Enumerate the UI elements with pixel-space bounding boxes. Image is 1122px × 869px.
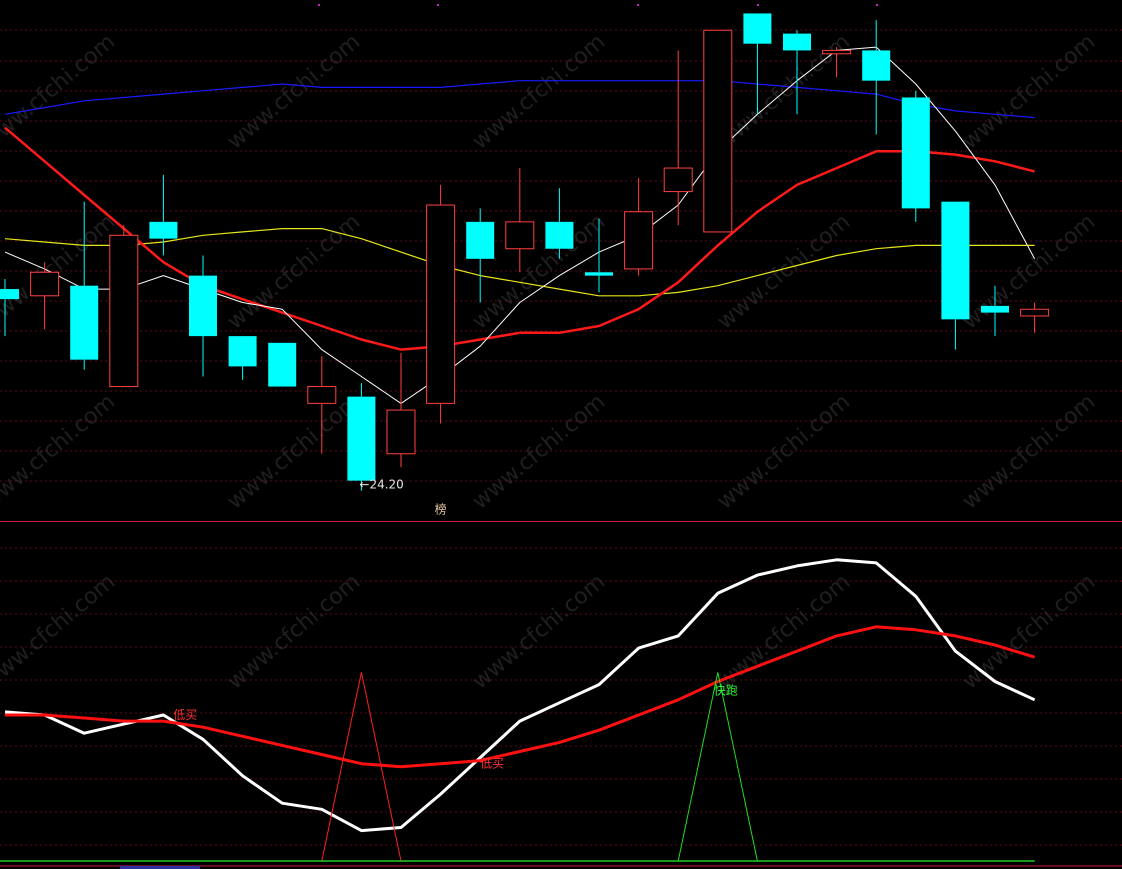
candle <box>268 342 297 387</box>
candle-body <box>228 336 257 367</box>
candle <box>703 29 733 233</box>
candle-body <box>663 167 693 193</box>
watermark-text: www.cfchi.com <box>0 29 120 154</box>
candle-body <box>30 271 60 297</box>
candle-body <box>386 409 416 455</box>
candle-body <box>743 13 772 44</box>
candle-body <box>862 50 891 81</box>
stock-chart: www.cfchi.com www.cfchi.com www.cfchi.com w… <box>0 4 1122 869</box>
candle <box>901 90 930 222</box>
candle <box>545 188 574 259</box>
candle <box>189 255 217 377</box>
top-tick <box>757 4 759 6</box>
candle <box>347 383 376 491</box>
candle-body <box>941 201 970 320</box>
candle <box>941 201 970 350</box>
watermark-text: www.cfchi.com <box>223 389 365 514</box>
candle-body <box>0 289 19 300</box>
candle <box>386 352 416 468</box>
top-tick <box>437 4 439 6</box>
candle <box>663 50 693 226</box>
watermark-text: www.cfchi.com <box>468 569 610 694</box>
top-tick <box>637 4 639 6</box>
candle-body <box>70 285 99 360</box>
watermark-text: www.cfchi.com <box>713 209 855 334</box>
candle-body <box>149 221 178 239</box>
candle <box>862 20 891 135</box>
candle-body <box>505 221 535 250</box>
candle <box>30 262 60 330</box>
top-tick <box>318 4 320 6</box>
candle-body <box>1020 308 1050 317</box>
candle <box>624 178 654 276</box>
price-annotations: ←24.20 榜 <box>359 478 446 517</box>
marker-label: 榜 <box>435 501 447 516</box>
candle-body <box>703 29 733 233</box>
candle-body <box>783 33 811 51</box>
candle <box>505 168 535 273</box>
candle-body <box>426 204 456 404</box>
watermark-text: www.cfchi.com <box>223 569 365 694</box>
candle <box>426 184 456 424</box>
fast-series <box>4 558 1036 833</box>
watermark-text: www.cfchi.com <box>0 569 120 694</box>
candles <box>0 13 1050 491</box>
watermark-text: www.cfchi.com <box>223 29 365 154</box>
watermark-text: www.cfchi.com <box>958 29 1100 154</box>
watermark-text: www.cfchi.com <box>958 569 1100 694</box>
watermark-text: www.cfchi.com <box>468 29 610 154</box>
candle-body <box>466 221 495 259</box>
signal_run-series <box>5 672 1035 862</box>
candle <box>228 336 257 380</box>
candle-body <box>109 234 139 388</box>
watermark-layer: www.cfchi.com www.cfchi.com www.cfchi.com w… <box>0 29 1100 694</box>
watermark-text: www.cfchi.com <box>958 389 1100 514</box>
candle-body <box>545 221 574 249</box>
watermark-text: www.cfchi.com <box>713 389 855 514</box>
candle <box>1020 302 1050 333</box>
signal-label: 低买 <box>480 757 504 771</box>
candle <box>466 208 495 303</box>
candle-body <box>189 275 217 337</box>
candle-body <box>624 211 654 270</box>
signal-label: 快跑 <box>714 684 738 698</box>
watermark-text: www.cfchi.com <box>0 209 120 334</box>
top-tick <box>876 4 878 6</box>
candle-body <box>268 342 297 387</box>
signal_buy-series <box>5 672 1035 862</box>
watermark-text: www.cfchi.com <box>0 389 120 514</box>
indicator-labels: 低买低买快跑 <box>173 684 738 771</box>
candle-body <box>981 305 1009 313</box>
candle-body <box>307 386 337 404</box>
signal-label: 低买 <box>173 708 197 722</box>
candle-body <box>585 272 613 276</box>
candle-body <box>347 396 376 481</box>
candle-body <box>901 97 930 209</box>
low-price-label: ←24.20 <box>359 478 403 492</box>
candle <box>109 225 139 388</box>
watermark-text: www.cfchi.com <box>468 389 610 514</box>
candle-body <box>822 49 852 55</box>
